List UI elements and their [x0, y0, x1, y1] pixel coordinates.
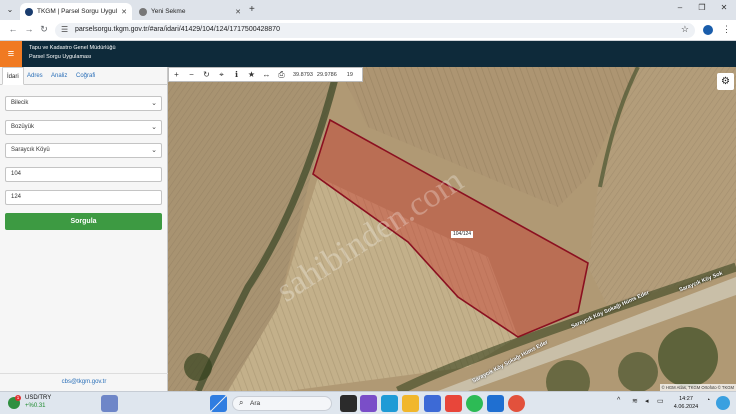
browser-tab-new[interactable]: Yeni Sekme ✕ [134, 3, 246, 20]
app-header: ≡ Tapu ve Kadastro Genel Müdürlüğü Parse… [0, 41, 736, 67]
edge-icon[interactable] [381, 395, 398, 412]
chrome-favicon-icon [139, 7, 147, 16]
bookmark-star-icon[interactable]: ☆ [681, 24, 689, 35]
minimize-button[interactable]: – [670, 3, 690, 12]
clock-date: 4.06.2024 [673, 404, 699, 410]
app-title-line2: Parsel Sorgu Uygulaması [29, 54, 92, 60]
latitude-readout: 39.8793 [293, 71, 313, 78]
locate-icon[interactable]: ⌖ [214, 70, 229, 80]
outlook-icon[interactable] [487, 395, 504, 412]
query-button[interactable]: Sorgula [5, 213, 162, 230]
tab-close-icon[interactable]: ✕ [121, 8, 127, 16]
app-icon[interactable] [445, 395, 462, 412]
zoom-level-readout: 19 [346, 71, 353, 78]
province-select[interactable]: Bilecik ⌄ [5, 96, 162, 111]
parcel-input[interactable]: 124 [5, 190, 162, 205]
panel-tabs: İdari Adres Analiz Coğrafi [0, 67, 168, 85]
query-panel: İdari Adres Analiz Coğrafi Bilecik ⌄ Boz… [0, 67, 168, 391]
forward-icon[interactable]: → [22, 24, 36, 34]
hamburger-menu-icon[interactable]: ≡ [0, 41, 22, 67]
store-icon[interactable] [424, 395, 441, 412]
clock-time: 14:27 [679, 396, 693, 402]
tab-idari[interactable]: İdari [2, 67, 24, 85]
tray-overflow-icon[interactable]: ^ [617, 397, 620, 404]
whatsapp-icon[interactable] [466, 395, 483, 412]
task-view-icon[interactable] [340, 395, 357, 412]
copilot-icon[interactable] [360, 395, 377, 412]
browser-menu-icon[interactable]: ⋮ [722, 24, 731, 35]
tab-adres[interactable]: Adres [23, 67, 47, 85]
chevron-down-icon: ⌄ [151, 124, 157, 131]
volume-icon[interactable]: ◂ [645, 397, 649, 405]
notification-badge: 1 [15, 395, 21, 401]
address-bar[interactable]: ☰ parselsorgu.tkgm.gov.tr/#ara/idari/414… [55, 23, 695, 38]
chevron-down-icon: ⌄ [151, 100, 157, 107]
map-attribution: © HGM Atlas, TKGM Ortofoto © TKGM [659, 384, 736, 391]
tab-analiz[interactable]: Analiz [47, 67, 71, 85]
aerial-imagery [168, 67, 736, 391]
tab-title: Yeni Sekme [151, 8, 186, 15]
zoom-out-icon[interactable]: − [184, 70, 199, 79]
block-input[interactable]: 104 [5, 167, 162, 182]
favorite-star-icon[interactable]: ★ [244, 70, 259, 79]
search-icon: ⌕ [239, 398, 244, 407]
close-window-button[interactable]: ✕ [714, 3, 734, 12]
neighborhood-value: Saraycık Köyü [11, 147, 50, 153]
maximize-button[interactable]: ❐ [692, 3, 712, 12]
site-info-icon[interactable]: ☰ [61, 25, 68, 34]
block-value: 104 [11, 171, 22, 177]
settings-gear-icon[interactable]: ⚙ [717, 73, 734, 90]
new-tab-button[interactable]: + [249, 4, 255, 15]
neighborhood-select[interactable]: Saraycık Köyü ⌄ [5, 143, 162, 158]
browser-tabstrip: ⌄ TKGM | Parsel Sorgu Uygulaması ✕ Yeni … [0, 0, 736, 20]
measure-icon[interactable]: ↔ [259, 70, 274, 79]
reload-icon[interactable]: ↻ [37, 24, 51, 35]
app-title-line1: Tapu ve Kadastro Genel Müdürlüğü [29, 45, 116, 51]
url-text[interactable]: parselsorgu.tkgm.gov.tr/#ara/idari/41429… [75, 26, 280, 33]
province-value: Bilecik [11, 100, 29, 106]
tab-close-icon[interactable]: ✕ [235, 8, 241, 16]
parcel-value: 124 [11, 194, 22, 200]
tkgm-favicon-icon [25, 7, 33, 16]
taskbar-search[interactable]: ⌕ Ara [232, 396, 332, 411]
district-value: Bozüyük [11, 124, 35, 130]
windows-start-icon[interactable] [210, 395, 227, 412]
browser-toolbar: ← → ↻ ☰ parselsorgu.tkgm.gov.tr/#ara/ida… [0, 20, 736, 41]
profile-avatar[interactable] [703, 25, 713, 35]
parcel-number-label: 104/124 [451, 231, 474, 238]
satellite-map[interactable]: sahibinden.com 104/124 Saraycık Köy Soka… [168, 67, 736, 391]
pinned-app-icon[interactable] [101, 395, 118, 412]
tab-search-icon[interactable]: ⌄ [5, 5, 15, 15]
browser-tab-tkgm[interactable]: TKGM | Parsel Sorgu Uygulaması ✕ [20, 3, 132, 20]
ticker-name[interactable]: USD/TRY [25, 395, 51, 401]
tab-title: TKGM | Parsel Sorgu Uygulaması [37, 8, 118, 15]
map-toolbar: + − ↻ ⌖ ℹ ★ ↔ ⎙ 39.8793 29.9786 19 [168, 67, 363, 82]
zoom-in-icon[interactable]: + [169, 70, 184, 79]
notification-bell-icon[interactable]: ◔ [706, 397, 710, 404]
ticker-value: +%0.31 [25, 403, 46, 409]
file-explorer-icon[interactable] [402, 395, 419, 412]
longitude-readout: 29.9786 [316, 71, 337, 78]
district-select[interactable]: Bozüyük ⌄ [5, 120, 162, 135]
system-clock[interactable]: 14:27 4.06.2024 [668, 395, 704, 411]
battery-icon[interactable]: ▭ [657, 397, 664, 405]
wifi-icon[interactable]: ≋ [632, 397, 638, 405]
back-icon[interactable]: ← [6, 24, 20, 34]
refresh-icon[interactable]: ↻ [199, 70, 214, 79]
chrome-icon[interactable] [508, 395, 525, 412]
info-icon[interactable]: ℹ [229, 70, 244, 79]
weather-icon[interactable] [716, 396, 730, 410]
windows-taskbar: 1 USD/TRY +%0.31 ⌕ Ara ^ ≋ ◂ ▭ 14:27 4.0… [0, 391, 736, 414]
contact-email-link[interactable]: cbs@tkgm.gov.tr [0, 373, 168, 385]
tab-cografi[interactable]: Coğrafi [72, 67, 99, 85]
chevron-down-icon: ⌄ [151, 147, 157, 154]
search-placeholder: Ara [250, 400, 261, 407]
print-icon[interactable]: ⎙ [274, 70, 289, 80]
